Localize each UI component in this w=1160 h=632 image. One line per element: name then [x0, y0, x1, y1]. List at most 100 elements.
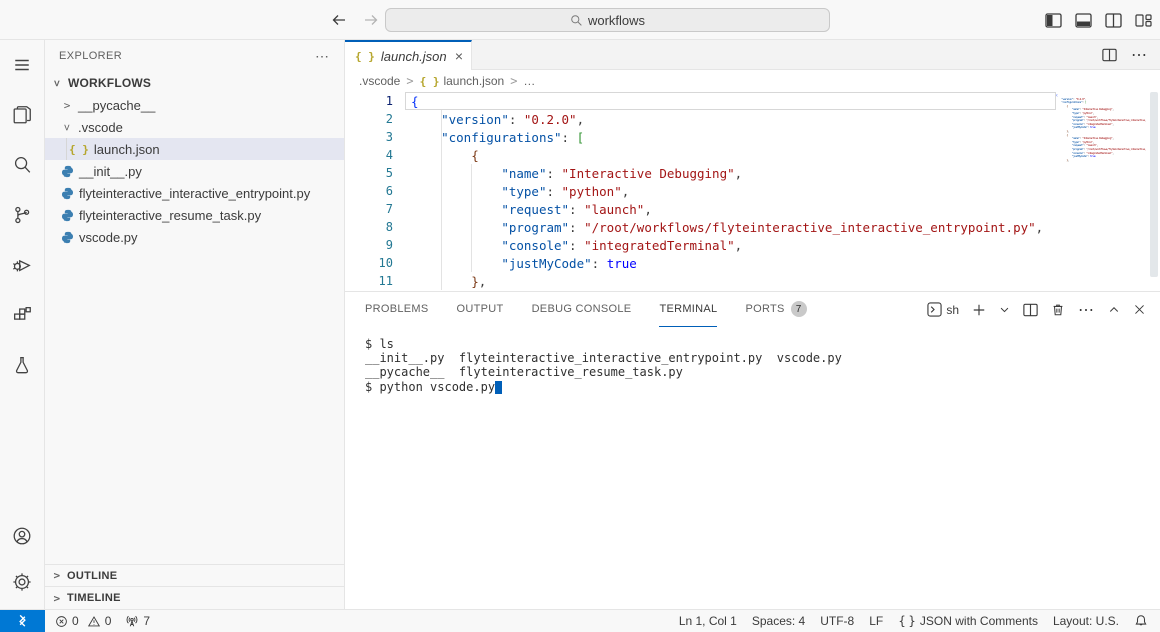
- code-line-5[interactable]: 5 "name": "Interactive Debugging",: [345, 164, 1160, 182]
- status-ln-1-col-1[interactable]: Ln 1, Col 1: [679, 614, 737, 628]
- status-lf[interactable]: LF: [869, 614, 883, 628]
- panel-tab-ports[interactable]: PORTS7: [745, 292, 806, 327]
- explorer-more-actions-icon[interactable]: ⋯: [315, 48, 330, 65]
- code-line-3[interactable]: 3 "configurations": [: [345, 128, 1160, 146]
- braces-icon: { }: [898, 614, 916, 628]
- tree-item-flyteinteractive-interactive-entrypoint-py[interactable]: flyteinteractive_interactive_entrypoint.…: [45, 182, 344, 204]
- tree-item-launch-json[interactable]: { }launch.json: [45, 138, 344, 160]
- status-json-with-comments[interactable]: { }JSON with Comments: [898, 614, 1038, 628]
- code-line-text: {: [411, 148, 479, 163]
- breadcrumb-label: .vscode: [359, 74, 400, 88]
- json-icon: { }: [420, 75, 440, 88]
- account-icon[interactable]: [9, 523, 35, 549]
- panel-tab-debug-console[interactable]: DEBUG CONSOLE: [532, 292, 632, 327]
- terminal-line: __init__.py flyteinteractive_interactive…: [365, 351, 1160, 365]
- tree-item--vscode[interactable]: >.vscode: [45, 116, 344, 138]
- status-utf-8[interactable]: UTF-8: [820, 614, 854, 628]
- terminal-icon: [927, 302, 942, 317]
- tree-item-vscode-py[interactable]: vscode.py: [45, 226, 344, 248]
- code-editor[interactable]: 1{2 "version": "0.2.0",3 "configurations…: [345, 92, 1160, 291]
- notifications-bell-icon[interactable]: [1134, 614, 1148, 628]
- code-line-9[interactable]: 9 "console": "integratedTerminal",: [345, 236, 1160, 254]
- menu-icon[interactable]: [9, 52, 35, 78]
- line-number: 4: [345, 148, 393, 162]
- code-line-text: "request": "launch",: [411, 202, 652, 217]
- split-terminal-icon[interactable]: [1023, 303, 1038, 317]
- code-line-1[interactable]: 1{: [345, 92, 1160, 110]
- tree-indent-guide: [66, 138, 67, 160]
- tree-item--init-py[interactable]: __init__.py: [45, 160, 344, 182]
- code-line-8[interactable]: 8 "program": "/root/workflows/flyteinter…: [345, 218, 1160, 236]
- maximize-panel-icon[interactable]: [1108, 304, 1120, 316]
- breadcrumb-item[interactable]: …: [523, 74, 535, 88]
- breadcrumb-item[interactable]: { }launch.json: [420, 74, 505, 88]
- line-number: 9: [345, 238, 393, 252]
- terminal-output[interactable]: $ ls__init__.py flyteinteractive_interac…: [345, 327, 1160, 394]
- search-sidebar-icon[interactable]: [9, 152, 35, 178]
- terminal-instance[interactable]: sh: [927, 302, 959, 317]
- ports-status[interactable]: 7: [125, 614, 150, 628]
- minimap[interactable]: { "version": "0.2.0", "configurations": …: [1056, 94, 1146, 289]
- status-label: Spaces: 4: [752, 614, 805, 628]
- tree-root-workflows[interactable]: >WORKFLOWS: [45, 72, 344, 94]
- extensions-icon[interactable]: [9, 302, 35, 328]
- code-line-6[interactable]: 6 "type": "python",: [345, 182, 1160, 200]
- remote-indicator[interactable]: [0, 610, 45, 632]
- code-line-4[interactable]: 4 {: [345, 146, 1160, 164]
- settings-gear-icon[interactable]: [9, 569, 35, 595]
- customize-layout-icon[interactable]: [1135, 13, 1152, 28]
- terminal-dropdown-icon[interactable]: [999, 304, 1010, 315]
- toggle-secondary-sidebar-icon[interactable]: [1105, 13, 1122, 28]
- tree-item-flyteinteractive-resume-task-py[interactable]: flyteinteractive_resume_task.py: [45, 204, 344, 226]
- error-count: 0: [72, 614, 79, 628]
- code-line-text: },: [411, 274, 486, 289]
- tree-item-label: .vscode: [78, 120, 123, 135]
- breadcrumb-label: …: [523, 74, 535, 88]
- breadcrumb-item[interactable]: .vscode: [359, 74, 400, 88]
- indent-guide: [471, 164, 472, 272]
- error-icon: [55, 615, 68, 628]
- testing-icon[interactable]: [9, 352, 35, 378]
- split-editor-icon[interactable]: [1102, 48, 1117, 62]
- sidebar-section-timeline[interactable]: >TIMELINE: [45, 587, 344, 609]
- tab-launch-json[interactable]: { } launch.json ×: [345, 40, 472, 70]
- editor-more-actions-icon[interactable]: ⋯: [1131, 45, 1148, 65]
- forward-arrow-icon: [363, 12, 379, 28]
- panel-tab-output[interactable]: OUTPUT: [457, 292, 504, 327]
- file-tree: >WORKFLOWS>__pycache__>.vscode{ }launch.…: [45, 72, 344, 564]
- sidebar-section-outline[interactable]: >OUTLINE: [45, 565, 344, 587]
- code-line-text: "configurations": [: [411, 130, 584, 145]
- code-line-7[interactable]: 7 "request": "launch",: [345, 200, 1160, 218]
- editor-scrollbar[interactable]: [1150, 92, 1158, 277]
- source-control-icon[interactable]: [9, 202, 35, 228]
- search-icon: [570, 14, 583, 27]
- navigate-back-button[interactable]: [328, 9, 350, 31]
- breadcrumb-label: launch.json: [443, 74, 504, 88]
- tree-item--pycache-[interactable]: >__pycache__: [45, 94, 344, 116]
- toggle-panel-icon[interactable]: [1075, 13, 1092, 28]
- kill-terminal-icon[interactable]: [1051, 302, 1065, 317]
- code-line-10[interactable]: 10 "justMyCode": true: [345, 254, 1160, 272]
- panel-tab-terminal[interactable]: TERMINAL: [659, 292, 717, 327]
- close-panel-icon[interactable]: [1133, 303, 1146, 316]
- navigate-forward-button[interactable]: [360, 9, 382, 31]
- status-label: Layout: U.S.: [1053, 614, 1119, 628]
- tab-close-icon[interactable]: ×: [455, 48, 463, 64]
- explorer-icon[interactable]: [9, 102, 35, 128]
- panel-tab-problems[interactable]: PROBLEMS: [365, 292, 429, 327]
- toggle-primary-sidebar-icon[interactable]: [1045, 13, 1062, 28]
- code-line-2[interactable]: 2 "version": "0.2.0",: [345, 110, 1160, 128]
- panel-more-actions-icon[interactable]: ⋯: [1078, 300, 1095, 320]
- editor-tab-bar: { } launch.json × ⋯: [345, 40, 1160, 70]
- problems-status[interactable]: 0 0: [55, 614, 111, 628]
- command-center-search[interactable]: workflows: [385, 8, 830, 32]
- code-line-11[interactable]: 11 },: [345, 272, 1160, 290]
- status-layout-u-s-[interactable]: Layout: U.S.: [1053, 614, 1119, 628]
- code-line-text: "name": "Interactive Debugging",: [411, 166, 742, 181]
- new-terminal-icon[interactable]: [972, 303, 986, 317]
- python-icon: [61, 187, 74, 200]
- section-label: TIMELINE: [67, 592, 121, 604]
- status-spaces-4[interactable]: Spaces: 4: [752, 614, 805, 628]
- run-debug-icon[interactable]: [9, 252, 35, 278]
- chevron-right-icon: >: [51, 569, 63, 582]
